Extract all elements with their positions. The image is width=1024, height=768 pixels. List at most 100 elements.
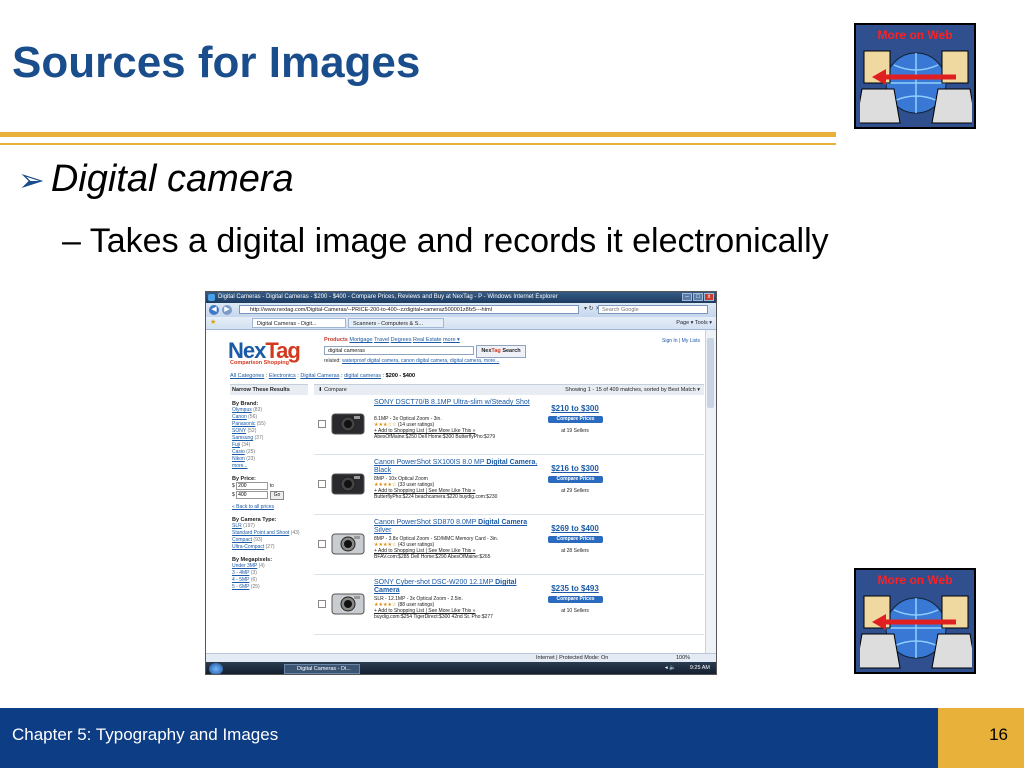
page-number: 16: [989, 725, 1008, 744]
brand-link[interactable]: more...: [232, 463, 248, 469]
result-row: SONY Cyber-shot DSC-W200 12.1MP Digital …: [314, 576, 704, 635]
camera-type-link[interactable]: Standard Point and Shoot: [232, 530, 289, 536]
minimize-icon[interactable]: –: [682, 293, 692, 301]
brand-count: (52): [247, 428, 257, 434]
favorites-star-icon[interactable]: ★: [210, 318, 216, 326]
title-divider: [0, 132, 836, 137]
brand-link[interactable]: Olympus: [232, 407, 252, 413]
nav-products[interactable]: Products: [324, 337, 348, 343]
more-on-web-icon-2[interactable]: More on Web: [854, 568, 976, 674]
brand-link[interactable]: Samsung: [232, 435, 253, 441]
back-to-all-prices-link[interactable]: « Back to all prices: [230, 504, 308, 511]
product-title-link[interactable]: SONY DSCT70/B 8.1MP Ultra-slim w/Steady …: [374, 399, 544, 407]
nav-more[interactable]: more ▾: [443, 337, 460, 343]
price-from-input[interactable]: [236, 482, 269, 490]
more-on-web-icon[interactable]: More on Web: [854, 23, 976, 129]
camera-thumbnail[interactable]: [330, 526, 366, 562]
address-input[interactable]: http://www.nextag.com/Digital-Cameras/--…: [239, 305, 579, 314]
megapixels-link[interactable]: Under 3MP: [232, 563, 257, 569]
compare-prices-button[interactable]: Compare Prices: [548, 536, 603, 543]
browser-search-input[interactable]: Search Google: [598, 305, 708, 314]
crumb-all-categories[interactable]: All Categories: [230, 373, 264, 379]
brand-count: (55): [256, 421, 266, 427]
store-prices: BFAV.com:$285 Dell Home:$290 AbesOfMaine…: [374, 554, 491, 560]
back-button[interactable]: ◀: [209, 305, 219, 315]
camera-type-item: SLR (197): [230, 523, 308, 530]
price-range-link[interactable]: $235 to $493: [544, 584, 606, 593]
brand-count: (56): [248, 414, 258, 420]
brand-item: Panasonic (55): [230, 421, 308, 428]
camera-type-list: SLR (197) Standard Point and Shoot (43) Co…: [230, 523, 308, 551]
brand-link[interactable]: Nikon: [232, 456, 245, 462]
crumb-query[interactable]: digital cameras: [344, 373, 381, 379]
nav-travel[interactable]: Travel: [374, 337, 389, 343]
compare-prices-button[interactable]: Compare Prices: [548, 476, 603, 483]
nav-degrees[interactable]: Degrees: [391, 337, 412, 343]
taskbar-ie-item[interactable]: Digital Cameras - Di...: [284, 664, 360, 674]
price-to-input[interactable]: [236, 491, 269, 499]
brand-link[interactable]: SONY: [232, 428, 246, 434]
megapixels-list: Under 3MP (4) 3 - 4MP (3) 4 - 5MP (6) 5 - 6…: [230, 563, 308, 591]
price-range-link[interactable]: $216 to $300: [544, 464, 606, 473]
seller-count: at 19 Sellers: [561, 428, 589, 434]
price-range-link[interactable]: $210 to $300: [544, 404, 606, 413]
result-row: Canon PowerShot SD870 8.0MP Digital Came…: [314, 516, 704, 575]
camera-type-count: (27): [265, 544, 275, 550]
camera-type-link[interactable]: Compact: [232, 537, 252, 543]
tray-icons: ◂ 🔈: [664, 665, 676, 671]
result-row: SONY DSCT70/B 8.1MP Ultra-slim w/Steady …: [314, 396, 704, 455]
crumb-electronics[interactable]: Electronics: [269, 373, 296, 379]
nextag-search-button[interactable]: NexTag Search: [476, 345, 526, 358]
price-go-button[interactable]: Go: [269, 491, 285, 500]
compare-prices-button[interactable]: Compare Prices: [548, 416, 603, 423]
breadcrumb: All Categories : Electronics : Digital C…: [230, 373, 416, 379]
tab-scanners[interactable]: Scanners - Computers & S...: [348, 318, 444, 328]
close-icon[interactable]: x: [704, 293, 714, 301]
store-prices: AbesOfMaine:$250 Dell Home:$300 Butterfl…: [374, 434, 496, 440]
start-button[interactable]: [209, 663, 223, 674]
sign-in-link[interactable]: Sign In | My Lists: [662, 338, 700, 344]
price-range-link[interactable]: $269 to $400: [544, 524, 606, 533]
price-to-row: $ Go: [230, 491, 308, 500]
camera-thumbnail[interactable]: [330, 586, 366, 622]
title-divider-thin: [0, 143, 836, 145]
camera-thumbnail[interactable]: [330, 466, 366, 502]
page-tools-menu[interactable]: Page ▾ Tools ▾: [676, 318, 712, 328]
bullet-level-1: ➢ Digital camera: [18, 158, 294, 201]
megapixels-count: (3): [250, 570, 257, 576]
camera-type-link[interactable]: SLR: [232, 523, 242, 529]
camera-thumbnail[interactable]: [330, 406, 366, 442]
site-search-input[interactable]: digital cameras: [324, 346, 474, 355]
brand-link[interactable]: Casio: [232, 449, 245, 455]
compare-prices-button[interactable]: Compare Prices: [548, 596, 603, 603]
megapixels-link[interactable]: 3 - 4MP: [232, 570, 249, 576]
compare-checkbox[interactable]: [318, 420, 326, 428]
forward-button[interactable]: ▶: [222, 305, 232, 315]
nav-mortgage[interactable]: Mortgage: [349, 337, 372, 343]
tab-digital-cameras[interactable]: Digital Cameras - Digit...: [252, 318, 346, 328]
product-title-link[interactable]: Canon PowerShot SD870 8.0MP Digital Came…: [374, 519, 544, 535]
compare-button[interactable]: ⬇ Compare: [318, 385, 347, 395]
nav-real-estate[interactable]: Real Estate: [413, 337, 441, 343]
brand-link[interactable]: Fuji: [232, 442, 240, 448]
megapixels-link[interactable]: 4 - 5MP: [232, 577, 249, 583]
product-title-link[interactable]: SONY Cyber-shot DSC-W200 12.1MP Digital …: [374, 579, 544, 595]
compare-checkbox[interactable]: [318, 480, 326, 488]
camera-type-count: (197): [243, 523, 255, 529]
maximize-icon[interactable]: □: [693, 293, 703, 301]
megapixels-count: (4): [258, 563, 265, 569]
product-title-link[interactable]: Canon PowerShot SX100IS 8.0 MP Digital C…: [374, 459, 544, 475]
browser-tab-bar: ★ Digital Cameras - Digit... Scanners - …: [206, 317, 716, 330]
related-links[interactable]: waterproof digital camera, canon digital…: [342, 358, 499, 364]
crumb-digital-cameras[interactable]: Digital Cameras: [300, 373, 339, 379]
vertical-scrollbar[interactable]: [705, 330, 716, 653]
arrow-bullet-icon: ➢: [18, 162, 45, 198]
clock: 9:25 AM: [689, 665, 710, 671]
megapixels-link[interactable]: 5 - 6MP: [232, 584, 249, 590]
scroll-thumb[interactable]: [707, 338, 714, 408]
brand-link[interactable]: Canon: [232, 414, 247, 420]
compare-checkbox[interactable]: [318, 540, 326, 548]
compare-checkbox[interactable]: [318, 600, 326, 608]
brand-link[interactable]: Panasonic: [232, 421, 255, 427]
camera-type-link[interactable]: Ultra-Compact: [232, 544, 264, 550]
